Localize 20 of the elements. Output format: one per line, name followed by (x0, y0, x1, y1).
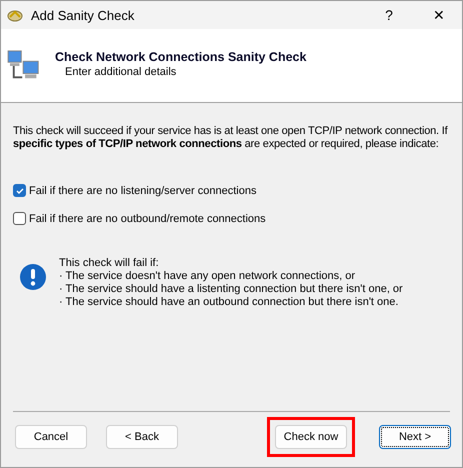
page-heading: Check Network Connections Sanity Check (55, 50, 306, 64)
checkbox-label: Fail if there are no outbound/remote connections (29, 212, 266, 224)
checkbox[interactable] (13, 184, 26, 197)
window-title: Add Sanity Check (31, 8, 136, 22)
checkbox[interactable] (13, 212, 26, 225)
info-line: · The service doesn't have any open network connections, or (59, 270, 356, 283)
dialog-button[interactable]: Cancel (15, 425, 87, 449)
help-button[interactable]: ? (366, 1, 412, 29)
info-line: · The service should have an outbound connection but there isn't one. (59, 296, 400, 309)
info-line: · The service should have a listenting connection but there isn't one, or (59, 283, 403, 296)
dialog-button[interactable]: Check now (275, 425, 347, 449)
info-icon (19, 263, 47, 291)
dialog-button[interactable]: Next > (379, 425, 451, 449)
intro-text: This check will succeed if your service has is at least one open TCP/IP network connection. If specific types of TCP/IP network connections are expected or required, please indicate: (13, 125, 449, 151)
checkmark-icon (14, 186, 24, 196)
info-line: This check will fail if: (59, 257, 160, 270)
page-subtitle: Enter additional details (64, 66, 178, 78)
dialog-button[interactable]: < Back (106, 425, 178, 449)
checkbox-label: Fail if there are no listening/server connections (29, 184, 256, 196)
close-button[interactable]: ✕ (416, 1, 462, 29)
